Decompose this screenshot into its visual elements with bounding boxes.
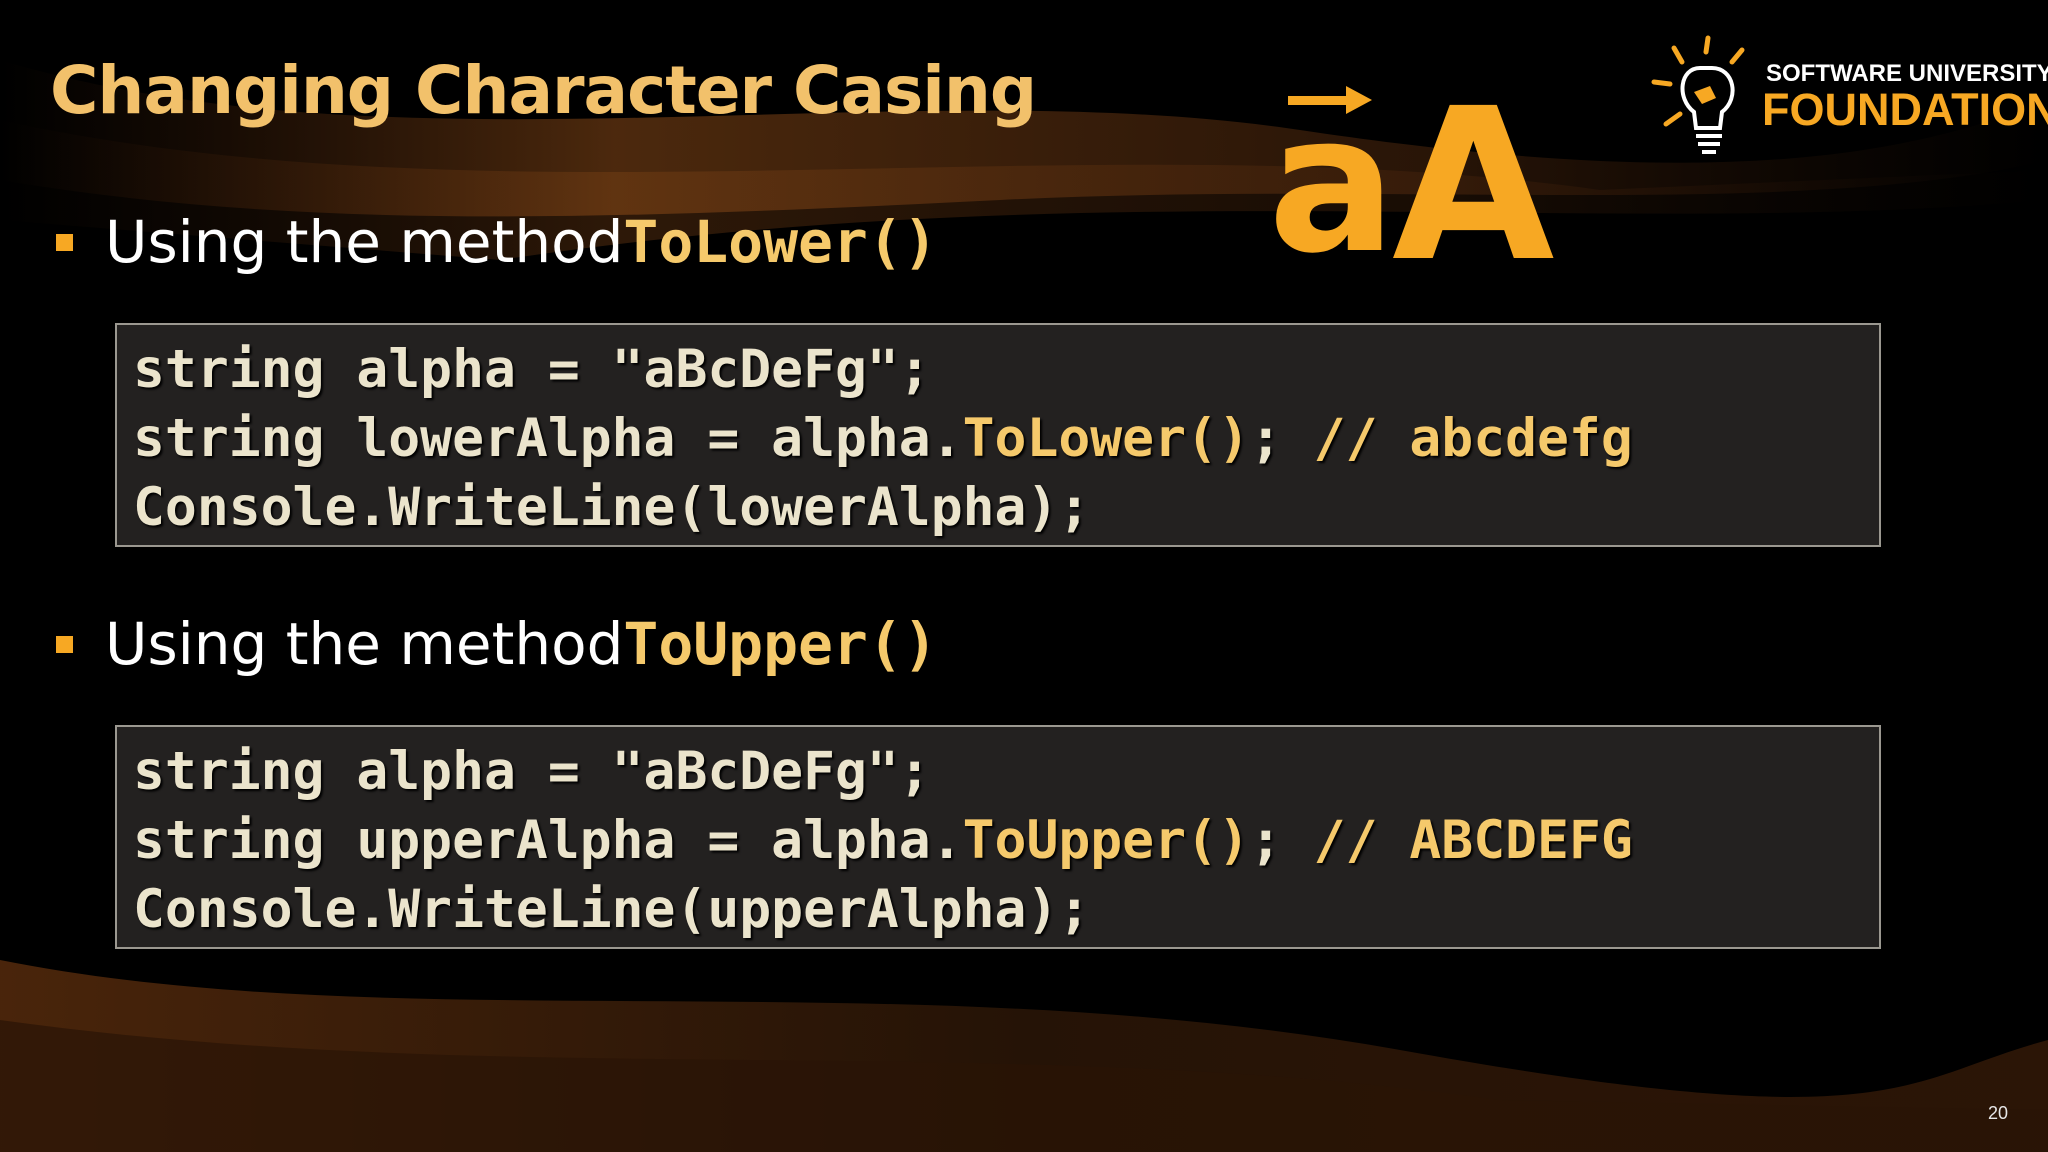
bullet-method-name: ToLower() bbox=[623, 208, 938, 276]
bullet-marker-icon bbox=[56, 635, 73, 653]
logo-line-2: FOUNDATION bbox=[1762, 84, 2048, 135]
code-line: Console.WriteLine(upperAlpha); bbox=[133, 875, 1879, 944]
code-token: Console.WriteLine(lowerAlpha); bbox=[133, 477, 1091, 538]
bullet-tolower: Using the method ToLower() bbox=[56, 208, 938, 276]
code-token-highlight: ToLower() bbox=[962, 408, 1250, 469]
bullet-text: Using the method bbox=[105, 610, 624, 678]
bullet-method-name: ToUpper() bbox=[623, 610, 938, 678]
code-token: ; bbox=[1249, 810, 1314, 871]
software-university-logo: SOFTWARE UNIVERSITY FOUNDATION bbox=[1650, 32, 2048, 162]
code-token: string alpha = "aBcDeFg"; bbox=[133, 741, 931, 802]
background-swoosh bbox=[0, 60, 2048, 1152]
page-number: 20 bbox=[1987, 1103, 2008, 1123]
aa-casing-icon: a A bbox=[1268, 78, 1555, 278]
code-token: ; bbox=[1249, 408, 1314, 469]
code-token: string upperAlpha = alpha. bbox=[133, 810, 963, 871]
slide-title: Changing Character Casing bbox=[50, 52, 1037, 129]
code-token: string alpha = "aBcDeFg"; bbox=[133, 339, 931, 400]
code-line: Console.WriteLine(lowerAlpha); bbox=[133, 473, 1879, 542]
code-line: string lowerAlpha = alpha.ToLower(); // … bbox=[133, 404, 1879, 473]
code-line: string alpha = "aBcDeFg"; bbox=[133, 737, 1879, 806]
bullet-marker-icon bbox=[56, 233, 73, 251]
lightbulb-icon bbox=[1651, 35, 1745, 154]
code-token: string lowerAlpha = alpha. bbox=[133, 408, 963, 469]
bullet-text: Using the method bbox=[105, 208, 624, 276]
code-token: Console.WriteLine(upperAlpha); bbox=[133, 879, 1091, 940]
code-comment: // abcdefg bbox=[1313, 408, 1633, 469]
lowercase-a-letter: a bbox=[1268, 78, 1396, 278]
bullet-toupper: Using the method ToUpper() bbox=[56, 610, 938, 678]
code-block-tolower: string alpha = "aBcDeFg"; string lowerAl… bbox=[115, 323, 1881, 547]
code-token-highlight: ToUpper() bbox=[962, 810, 1250, 871]
code-line: string alpha = "aBcDeFg"; bbox=[133, 335, 1879, 404]
code-line: string upperAlpha = alpha.ToUpper(); // … bbox=[133, 806, 1879, 875]
uppercase-a-letter: A bbox=[1392, 78, 1555, 278]
code-comment: // ABCDEFG bbox=[1313, 810, 1633, 871]
code-block-toupper: string alpha = "aBcDeFg"; string upperAl… bbox=[115, 725, 1881, 949]
